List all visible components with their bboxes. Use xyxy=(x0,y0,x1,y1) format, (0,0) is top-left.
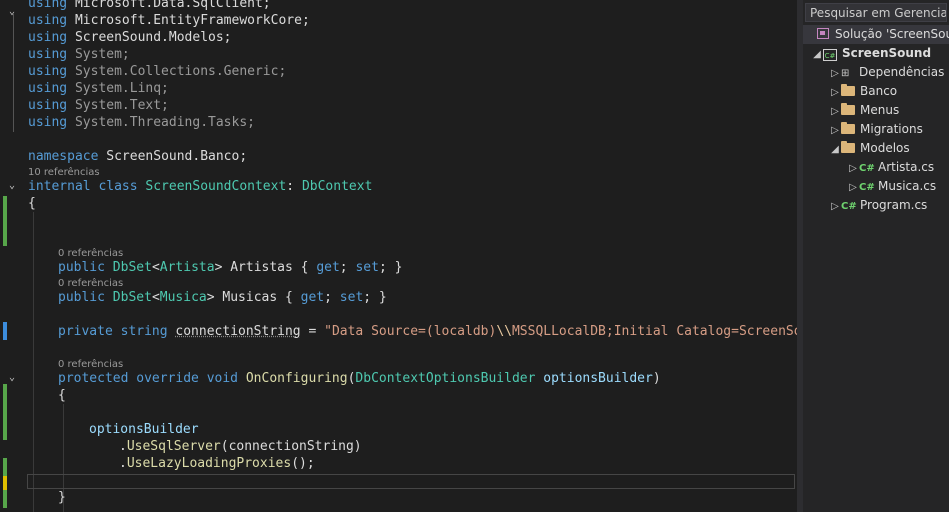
chevron-right-icon[interactable]: ▷ xyxy=(829,102,841,121)
tree-item-label: Program.cs xyxy=(860,198,928,212)
indent-guide xyxy=(33,212,34,512)
method-onconfiguring: protected override void OnConfiguring(Db… xyxy=(58,371,661,386)
using-line: using Microsoft.Data.SqlClient; xyxy=(28,0,271,11)
folder-icon xyxy=(841,103,855,115)
tree-item-program-cs[interactable]: ▷ C# Program.cs xyxy=(829,196,927,215)
tree-item-migrations[interactable]: ▷ Migrations xyxy=(829,120,923,139)
change-marker xyxy=(3,458,7,476)
tree-item-label: Solução 'ScreenSound' xyxy=(835,27,949,41)
tree-item-menus[interactable]: ▷ Menus xyxy=(829,101,899,120)
tree-item-dependencies[interactable]: ▷ ⊞ Dependências xyxy=(829,63,944,82)
folder-icon xyxy=(841,122,855,134)
use-lazy-loading-line: .UseLazyLoadingProxies(); xyxy=(119,456,315,471)
change-marker xyxy=(3,490,7,508)
chevron-right-icon[interactable]: ▷ xyxy=(829,83,841,102)
using-line: using System.Linq; xyxy=(28,81,169,96)
folder-icon xyxy=(841,84,855,96)
property-musicas: public DbSet<Musica> Musicas { get; set;… xyxy=(58,290,387,305)
folder-open-icon xyxy=(841,141,855,153)
fold-chevron-icon[interactable]: ⌄ xyxy=(7,373,17,383)
fold-chevron-icon[interactable]: ⌄ xyxy=(7,7,17,17)
property-artistas: public DbSet<Artista> Artistas { get; se… xyxy=(58,260,403,275)
chevron-down-icon[interactable]: ◢ xyxy=(829,140,841,159)
tree-item-modelos[interactable]: ◢ Modelos xyxy=(829,139,910,158)
tree-project[interactable]: ◢ C# ScreenSound xyxy=(811,44,931,63)
change-marker xyxy=(3,322,7,340)
tree-item-musica-cs[interactable]: ▷ C# Musica.cs xyxy=(847,177,936,196)
tree-item-artista-cs[interactable]: ▷ C# Artista.cs xyxy=(847,158,934,177)
chevron-right-icon[interactable]: ▷ xyxy=(847,159,859,178)
using-line: using ScreenSound.Modelos; xyxy=(28,30,232,45)
use-sql-server-line: .UseSqlServer(connectionString) xyxy=(119,439,362,454)
code-editor[interactable]: ⌄ ⌄ ⌄ using Microsoft.Data.SqlClient; us… xyxy=(0,0,797,512)
change-marker xyxy=(3,384,7,440)
csharp-file-icon: C# xyxy=(841,201,857,212)
tree-item-label: Dependências xyxy=(859,65,945,79)
change-marker xyxy=(3,476,7,490)
dependencies-icon: ⊞ xyxy=(841,68,850,79)
tree-item-label: Migrations xyxy=(860,122,923,136)
namespace-line: namespace ScreenSound.Banco; xyxy=(28,149,248,164)
tree-solution[interactable]: Solução 'ScreenSound' xyxy=(803,25,949,44)
tree-item-label: Modelos xyxy=(860,141,910,155)
using-line: using Microsoft.EntityFrameworkCore; xyxy=(28,13,310,28)
method-close-brace: } xyxy=(58,490,66,505)
using-line: using System.Threading.Tasks; xyxy=(28,115,255,130)
class-open-brace: { xyxy=(28,196,36,211)
chevron-down-icon[interactable]: ◢ xyxy=(811,45,823,64)
using-line: using System.Text; xyxy=(28,98,169,113)
csharp-project-icon: C# xyxy=(823,49,837,61)
connection-string-field: private string connectionString = "Data … xyxy=(58,324,797,339)
indent-guide xyxy=(13,14,14,132)
change-marker xyxy=(3,196,7,246)
method-open-brace: { xyxy=(58,388,66,403)
options-builder-line: optionsBuilder xyxy=(89,422,199,437)
tree-item-label: Menus xyxy=(860,103,900,117)
chevron-right-icon[interactable]: ▷ xyxy=(829,197,841,216)
csharp-file-icon: C# xyxy=(859,182,875,193)
search-input[interactable]: Pesquisar em Gerenciador xyxy=(805,3,947,22)
solution-icon xyxy=(817,28,829,39)
csharp-file-icon: C# xyxy=(859,163,875,174)
tree-item-label: Artista.cs xyxy=(878,160,935,174)
chevron-right-icon[interactable]: ▷ xyxy=(829,64,841,83)
fold-chevron-icon[interactable]: ⌄ xyxy=(7,181,17,191)
chevron-right-icon[interactable]: ▷ xyxy=(847,178,859,197)
tree-item-banco[interactable]: ▷ Banco xyxy=(829,82,897,101)
solution-explorer: Pesquisar em Gerenciador Solução 'Screen… xyxy=(803,0,949,512)
current-line-highlight xyxy=(27,474,795,489)
tree-item-label: Banco xyxy=(860,84,898,98)
chevron-right-icon[interactable]: ▷ xyxy=(829,121,841,140)
class-declaration: internal class ScreenSoundContext: DbCon… xyxy=(28,179,373,194)
tree-item-label: Musica.cs xyxy=(878,179,937,193)
tree-item-label: ScreenSound xyxy=(842,46,932,60)
using-line: using System.Collections.Generic; xyxy=(28,64,287,79)
using-line: using System; xyxy=(28,47,130,62)
